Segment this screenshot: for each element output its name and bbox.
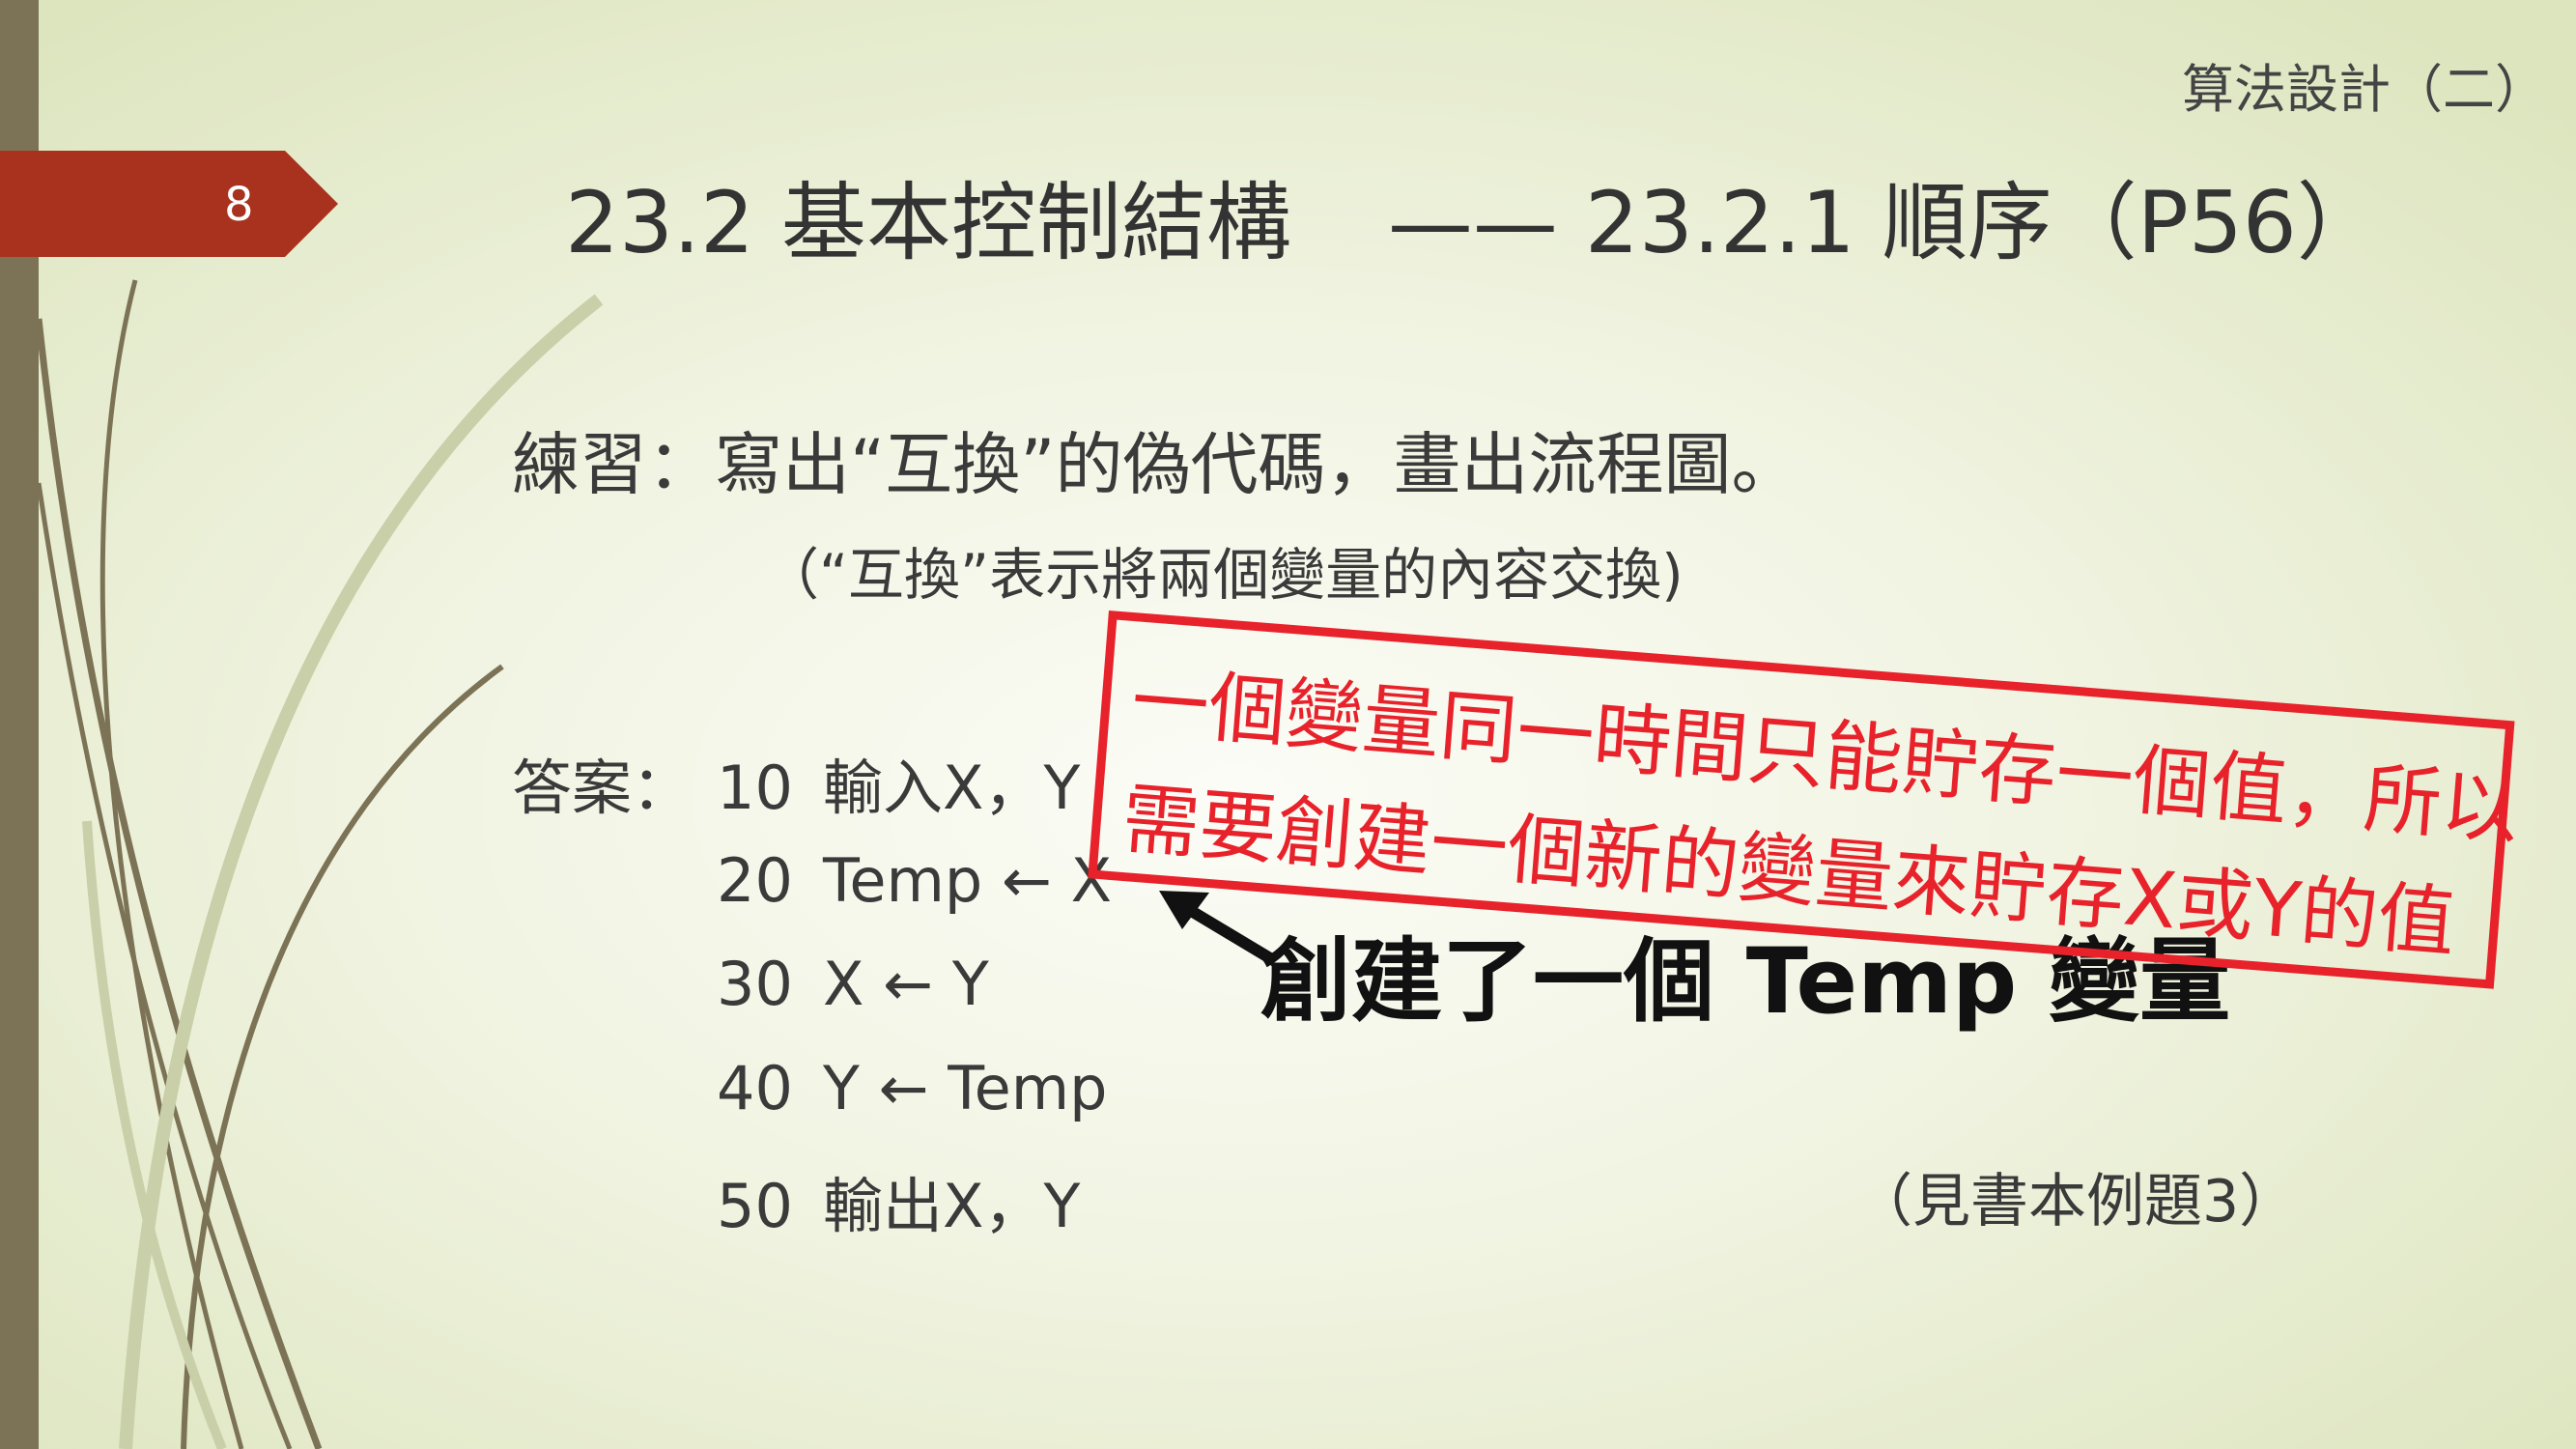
line-number: 40 (717, 1053, 793, 1123)
line-text: X ← Y (823, 949, 989, 1019)
code-line: 20 Temp ← X (717, 845, 1112, 916)
book-reference: （見書本例題3） (1854, 1168, 2298, 1236)
line-number: 20 (717, 845, 793, 916)
line-text: 輸出X，Y (823, 1171, 1081, 1241)
code-line: 40 Y ← Temp (717, 1053, 1107, 1123)
title-main: 23.2 基本控制結構 (565, 173, 1291, 272)
header-title: 算法設計（二） (2182, 59, 2547, 120)
code-line: 30 X ← Y (717, 949, 989, 1019)
slide-title: 23.2 基本控制結構 —— 23.2.1 順序（P56） (565, 155, 2382, 277)
line-text: Temp ← X (823, 845, 1113, 916)
exercise-note: （“互換”表示將兩個變量的內容交換) (763, 542, 1684, 608)
exercise-text: 練習：寫出“互換”的偽代碼，畫出流程圖。 (512, 425, 1799, 504)
slide-number-tab: 8 (0, 151, 338, 257)
code-line: 10 輸入X，Y (717, 739, 1080, 826)
answer-label: 答案： (512, 753, 693, 823)
line-number: 30 (717, 949, 793, 1019)
line-text: Y ← Temp (823, 1053, 1108, 1123)
title-sub: —— 23.2.1 順序（P56） (1387, 173, 2382, 272)
line-number: 50 (717, 1171, 793, 1241)
slide-number: 8 (224, 178, 254, 232)
line-text: 輸入X，Y (823, 753, 1081, 823)
code-line: 50 輸出X，Y (717, 1157, 1080, 1244)
line-number: 10 (717, 753, 793, 823)
